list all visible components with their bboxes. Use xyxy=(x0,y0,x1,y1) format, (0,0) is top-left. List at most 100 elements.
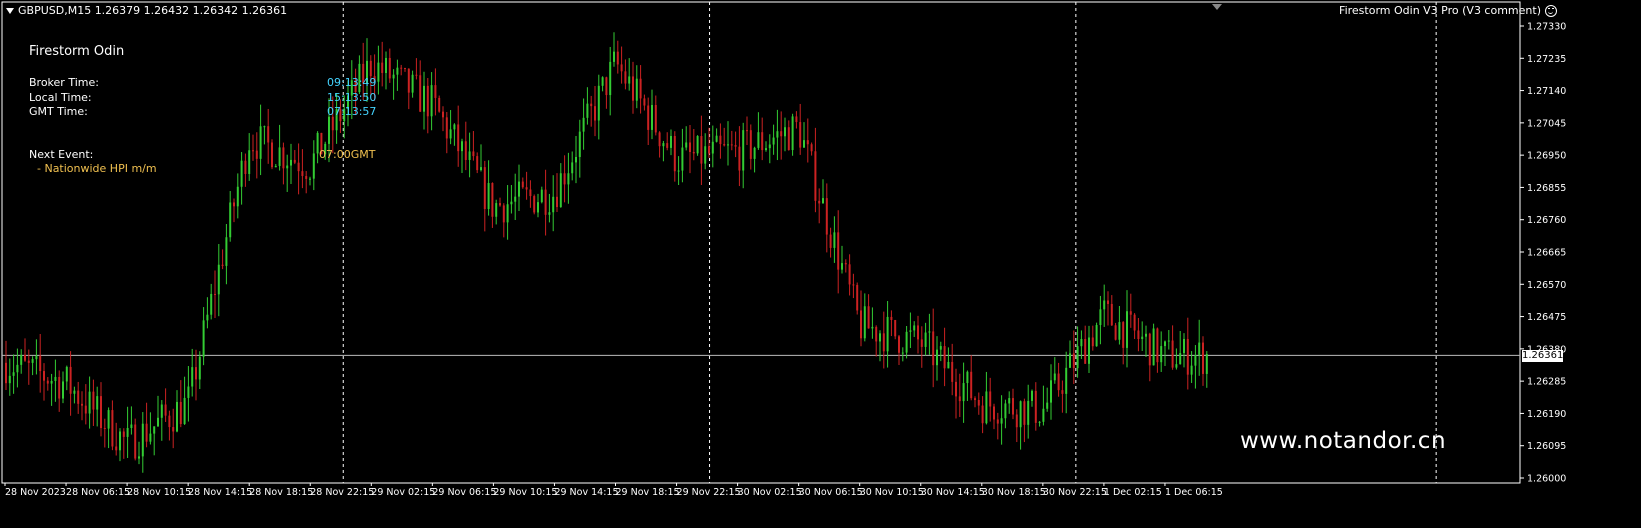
candle-body xyxy=(1202,342,1204,374)
candle-body xyxy=(1152,328,1155,366)
candle-body xyxy=(985,391,988,424)
candle-body xyxy=(404,67,406,69)
candle-body xyxy=(407,68,410,93)
candle-body xyxy=(16,364,19,373)
candle-body xyxy=(920,339,923,347)
candle-body xyxy=(1080,338,1083,347)
candle-body xyxy=(297,162,300,172)
candle-body xyxy=(210,293,213,315)
candle-body xyxy=(214,293,216,295)
candle-body xyxy=(183,397,186,425)
candle-body xyxy=(419,75,422,112)
candle-body xyxy=(841,263,843,270)
candle-body xyxy=(198,356,201,380)
candle-body xyxy=(867,306,870,329)
candle-body xyxy=(567,173,570,185)
candle-body xyxy=(708,146,710,154)
candle-body xyxy=(286,165,289,169)
candle-body xyxy=(179,401,182,425)
candle-body xyxy=(73,390,76,394)
candle-body xyxy=(510,201,513,205)
candle-body xyxy=(278,147,281,166)
candle-body xyxy=(1099,309,1102,326)
candle-body xyxy=(514,196,517,202)
candle-body xyxy=(369,60,372,77)
candle-body xyxy=(1072,353,1075,369)
candle-body xyxy=(77,390,80,404)
candle-body xyxy=(1183,338,1185,354)
candle-body xyxy=(88,391,91,414)
candle-body xyxy=(385,57,387,73)
shift-marker-icon[interactable] xyxy=(1212,4,1222,10)
candle-body xyxy=(27,360,30,363)
current-price-tag: 1.26361 xyxy=(1522,350,1564,362)
candle-body xyxy=(552,196,555,213)
symbol-info: GBPUSD,M15 1.26379 1.26432 1.26342 1.263… xyxy=(18,4,288,17)
candle-body xyxy=(1015,414,1018,428)
next-event-time: 07:00GMT xyxy=(319,148,376,161)
smiley-icon[interactable] xyxy=(1545,4,1557,17)
y-tick-label: 1.26190 xyxy=(1527,409,1566,420)
y-tick-label: 1.26950 xyxy=(1527,151,1566,162)
candle-body xyxy=(50,380,53,384)
candle-body xyxy=(31,359,34,363)
candle-body xyxy=(970,371,973,399)
candle-body xyxy=(229,202,232,238)
x-tick-label: 30 Nov 14:15 xyxy=(921,487,985,498)
candle-body xyxy=(689,142,691,152)
candle-body xyxy=(65,366,68,382)
x-tick-label: 28 Nov 06:15 xyxy=(66,487,130,498)
x-tick-label: 30 Nov 06:15 xyxy=(799,487,863,498)
candle-body xyxy=(727,144,729,146)
candle-body xyxy=(331,116,334,131)
candle-body xyxy=(624,71,627,84)
candle-body xyxy=(1069,353,1071,368)
candle-body xyxy=(5,362,7,384)
candle-body xyxy=(905,331,908,353)
candle-body xyxy=(328,116,330,144)
candle-body xyxy=(381,62,384,73)
x-tick-label: 29 Nov 22:15 xyxy=(677,487,741,498)
candle-body xyxy=(1057,373,1060,391)
candle-body xyxy=(244,160,247,174)
candle-body xyxy=(130,424,133,428)
candle-body xyxy=(39,355,42,372)
candle-body xyxy=(886,316,889,352)
candle-body xyxy=(962,383,965,402)
candle-body xyxy=(495,203,498,217)
candle-body xyxy=(1008,398,1011,404)
candle-body xyxy=(1114,325,1117,340)
x-tick-label: 1 Dec 02:15 xyxy=(1104,487,1162,498)
candle-body xyxy=(879,333,881,342)
candle-body xyxy=(654,104,657,133)
candle-body xyxy=(746,130,748,132)
candle-body xyxy=(711,141,714,154)
dropdown-triangle-icon[interactable] xyxy=(6,7,14,14)
next-event-name: - Nationwide HPI m/m xyxy=(37,162,157,175)
candle-body xyxy=(1171,340,1174,368)
candle-body xyxy=(518,181,520,197)
candle-body xyxy=(692,151,695,154)
x-tick-label: 30 Nov 02:15 xyxy=(738,487,802,498)
candle-body xyxy=(700,136,703,164)
candle-body xyxy=(1023,401,1026,425)
candle-body xyxy=(1065,367,1068,394)
candle-body xyxy=(1019,401,1022,428)
candle-body xyxy=(563,173,566,185)
candle-body xyxy=(46,380,49,384)
candle-body xyxy=(852,284,855,286)
candle-body xyxy=(442,111,444,118)
candle-body xyxy=(461,141,463,152)
candle-body xyxy=(575,157,577,163)
y-tick-label: 1.26095 xyxy=(1527,441,1566,452)
candle-body xyxy=(635,78,638,101)
candle-body xyxy=(875,326,878,342)
candle-body xyxy=(1133,314,1136,331)
candle-body xyxy=(377,62,380,82)
y-tick-label: 1.27045 xyxy=(1527,118,1566,129)
candle-body xyxy=(1145,333,1147,337)
candle-body xyxy=(913,325,916,331)
candle-body xyxy=(537,202,539,213)
candle-body xyxy=(1175,364,1178,368)
x-tick-label: 1 Dec 06:15 xyxy=(1165,487,1223,498)
